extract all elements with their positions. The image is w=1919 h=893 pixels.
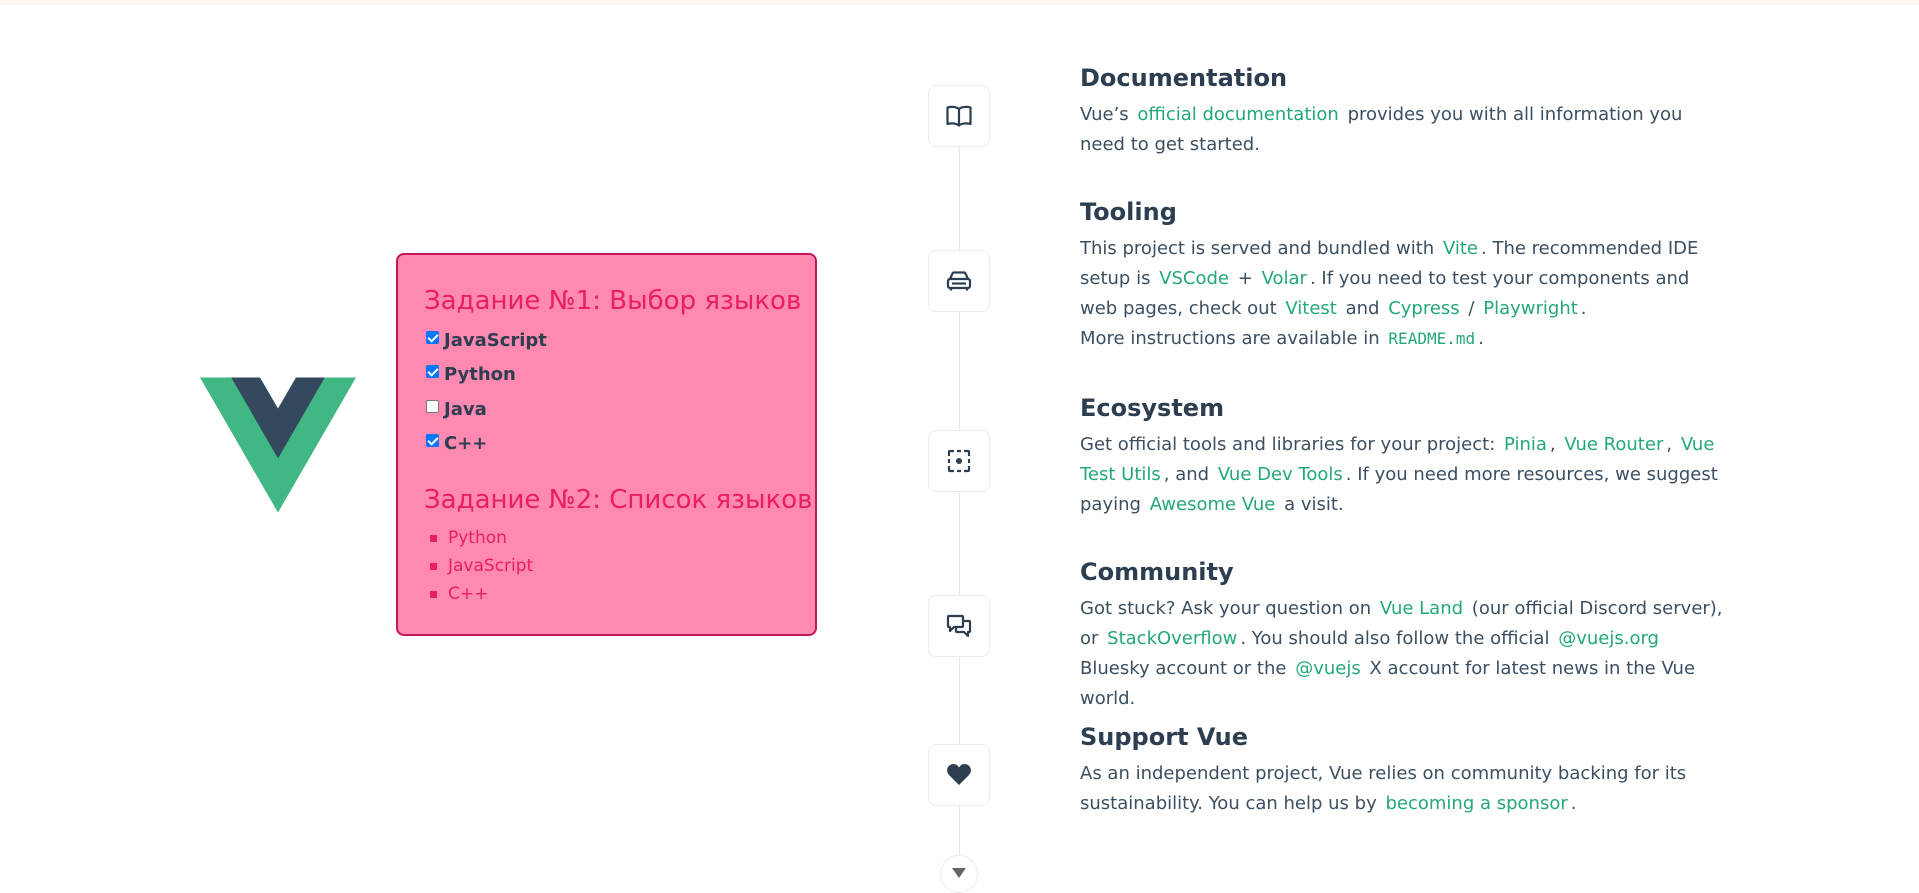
heart-icon (947, 764, 971, 785)
volar-link[interactable]: Volar (1259, 265, 1310, 292)
checkbox-java[interactable] (426, 399, 439, 413)
checkbox-label[interactable]: Java (444, 399, 487, 420)
checkbox-label[interactable]: Python (444, 364, 516, 385)
section-support: Support Vue As an independent project, V… (1080, 721, 1730, 819)
section-documentation: Documentation Vue’s official documentati… (1080, 62, 1730, 160)
stackoverflow-link[interactable]: StackOverflow (1104, 625, 1240, 652)
section-title: Tooling (1080, 198, 1177, 226)
scroll-down-icon (940, 855, 978, 893)
checkbox-label[interactable]: JavaScript (444, 330, 547, 351)
checkbox-row-cpp[interactable]: C++ (424, 427, 815, 462)
section-ecosystem: Ecosystem Get official tools and librari… (1080, 392, 1730, 520)
task-panel: Задание №1: Выбор языков JavaScript Pyth… (396, 253, 817, 636)
language-list: Python JavaScript C++ (424, 524, 815, 608)
vite-link[interactable]: Vite (1440, 235, 1481, 262)
section-title: Community (1080, 558, 1234, 586)
readme-code: README.md (1388, 329, 1476, 348)
support-icon-box (928, 744, 990, 806)
tooling-icon-box (928, 250, 990, 312)
checkbox-row-javascript[interactable]: JavaScript (424, 323, 815, 358)
list-item: C++ (424, 580, 815, 608)
tooling-icon (946, 271, 972, 291)
section-text: Vue’s official documentation provides yo… (1080, 100, 1730, 160)
section-title: Ecosystem (1080, 394, 1225, 422)
pinia-link[interactable]: Pinia (1501, 431, 1550, 458)
awesome-vue-link[interactable]: Awesome Vue (1147, 491, 1279, 518)
vue-router-link[interactable]: Vue Router (1561, 431, 1666, 458)
vscode-link[interactable]: VSCode (1156, 265, 1232, 292)
language-checklist: JavaScript Python Java C++ (424, 323, 815, 461)
official-docs-link[interactable]: official documentation (1134, 101, 1341, 128)
list-item: JavaScript (424, 552, 815, 580)
bullet-icon (430, 590, 437, 598)
top-strip (0, 0, 1919, 5)
vue-dev-tools-link[interactable]: Vue Dev Tools (1215, 461, 1346, 488)
list-item-label: C++ (448, 584, 489, 604)
task1-title: Задание №1: Выбор языков (424, 286, 802, 316)
section-text: Get official tools and libraries for you… (1080, 430, 1730, 520)
ecosystem-icon-box (928, 430, 990, 492)
vitest-link[interactable]: Vitest (1282, 295, 1340, 322)
cypress-link[interactable]: Cypress (1385, 295, 1462, 322)
bluesky-link[interactable]: @vuejs.org (1555, 625, 1662, 652)
checkbox-row-java[interactable]: Java (424, 392, 815, 427)
checkbox-row-python[interactable]: Python (424, 358, 815, 393)
documentation-icon-box (928, 85, 990, 147)
list-item: Python (424, 524, 815, 552)
checkbox-javascript[interactable] (426, 330, 439, 344)
ecosystem-icon (947, 449, 971, 473)
playwright-link[interactable]: Playwright (1480, 295, 1581, 322)
section-text: This project is served and bundled with … (1080, 234, 1730, 354)
section-tooling: Tooling This project is served and bundl… (1080, 196, 1730, 354)
x-account-link[interactable]: @vuejs (1292, 655, 1364, 682)
section-community: Community Got stuck? Ask your question o… (1080, 556, 1730, 714)
book-icon (946, 105, 972, 127)
section-text: As an independent project, Vue relies on… (1080, 759, 1730, 819)
section-title: Documentation (1080, 64, 1288, 92)
checkbox-cpp[interactable] (426, 434, 439, 448)
task2-title: Задание №2: Список языков (424, 485, 813, 515)
section-title: Support Vue (1080, 723, 1248, 751)
checkbox-python[interactable] (426, 365, 439, 379)
community-icon-box (928, 595, 990, 657)
bullet-icon (430, 534, 437, 542)
sponsor-link[interactable]: becoming a sponsor (1382, 790, 1570, 817)
vue-logo (200, 377, 356, 513)
list-item-label: JavaScript (448, 556, 534, 576)
community-icon (946, 614, 972, 638)
list-item-label: Python (448, 528, 507, 548)
section-text: Got stuck? Ask your question on Vue Land… (1080, 594, 1730, 714)
bullet-icon (430, 562, 437, 570)
checkbox-label[interactable]: C++ (444, 433, 487, 454)
vue-land-link[interactable]: Vue Land (1377, 595, 1466, 622)
